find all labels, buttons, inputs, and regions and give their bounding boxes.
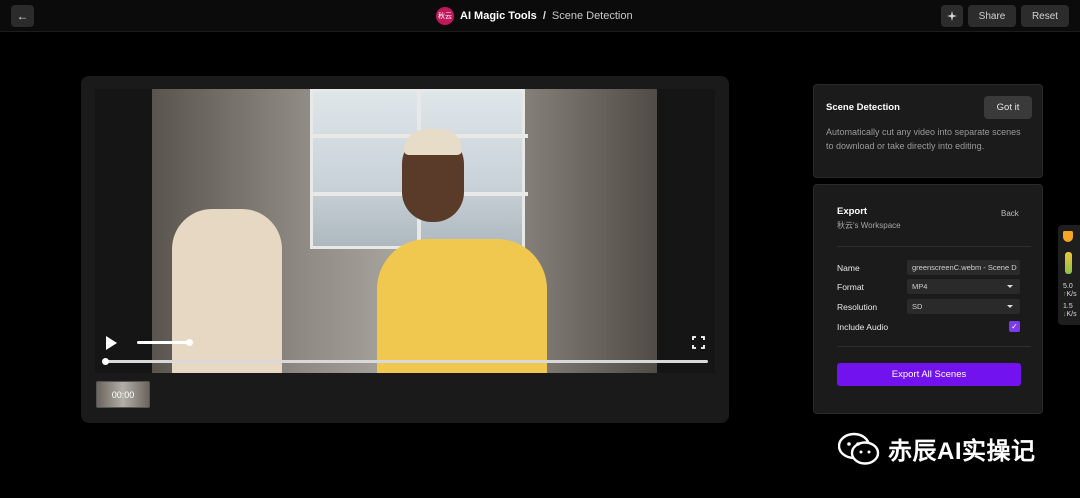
app-title[interactable]: AI Magic Tools bbox=[460, 10, 537, 22]
format-value: MP4 bbox=[912, 282, 928, 291]
back-button[interactable]: ← bbox=[11, 5, 34, 27]
volume-slider[interactable] bbox=[137, 341, 191, 344]
export-panel: Export 秋云's Workspace Back Name greenscr… bbox=[813, 184, 1043, 414]
network-monitor-widget[interactable]: 5.0 ↑K/s 1.5 ↓K/s bbox=[1058, 225, 1080, 325]
info-card-description: Automatically cut any video into separat… bbox=[826, 127, 1021, 151]
volume-slider-handle[interactable] bbox=[186, 339, 193, 346]
share-button[interactable]: Share bbox=[968, 5, 1016, 27]
checkmark-icon: ✓ bbox=[1011, 321, 1018, 331]
thumbnail-time: 00:00 bbox=[111, 389, 135, 400]
divider bbox=[837, 246, 1031, 247]
upload-speed: 5.0 ↑K/s bbox=[1063, 283, 1077, 298]
video-frame[interactable] bbox=[95, 89, 715, 373]
divider bbox=[837, 346, 1031, 347]
chevron-down-icon bbox=[1007, 285, 1013, 288]
chevron-down-icon bbox=[1007, 305, 1013, 308]
scene-person-hair bbox=[404, 129, 462, 155]
meter-icon bbox=[1065, 252, 1072, 274]
page-title: Scene Detection bbox=[551, 10, 633, 22]
export-back-link[interactable]: Back bbox=[1001, 209, 1019, 218]
video-progress-bar[interactable] bbox=[104, 360, 708, 363]
resolution-value: SD bbox=[912, 302, 923, 311]
got-it-button[interactable]: Got it bbox=[984, 96, 1032, 119]
breadcrumb: 秋云 AI Magic Tools / Scene Detection bbox=[436, 7, 633, 25]
arrow-left-icon: ← bbox=[16, 9, 29, 23]
video-progress-handle[interactable] bbox=[102, 358, 109, 365]
magic-button[interactable] bbox=[941, 5, 963, 27]
resolution-select[interactable]: SD bbox=[907, 299, 1020, 314]
video-scene-image bbox=[152, 89, 657, 373]
name-field[interactable]: greenscreenC.webm - Scene D bbox=[907, 260, 1020, 275]
scene-mannequin bbox=[172, 209, 282, 373]
name-value: greenscreenC.webm - Scene D bbox=[912, 263, 1017, 272]
sparkle-icon bbox=[947, 11, 957, 21]
breadcrumb-separator: / bbox=[542, 10, 546, 22]
watermark-text: 赤辰AI实操记 bbox=[888, 438, 1036, 465]
format-label: Format bbox=[837, 282, 864, 292]
name-label: Name bbox=[837, 263, 860, 273]
wechat-icon bbox=[838, 432, 880, 465]
workspace-name: 秋云's Workspace bbox=[837, 221, 901, 230]
format-select[interactable]: MP4 bbox=[907, 279, 1020, 294]
watermark: 赤辰AI实操记 bbox=[838, 431, 1036, 466]
reset-button[interactable]: Reset bbox=[1021, 5, 1069, 27]
shield-icon bbox=[1063, 231, 1073, 242]
scene-person-body bbox=[377, 239, 547, 373]
download-speed: 1.5 ↓K/s bbox=[1063, 303, 1077, 318]
scene-detection-info-card: Scene Detection Got it Automatically cut… bbox=[813, 84, 1043, 178]
resolution-label: Resolution bbox=[837, 302, 878, 312]
export-all-scenes-button[interactable]: Export All Scenes bbox=[837, 363, 1021, 386]
info-card-title: Scene Detection bbox=[826, 102, 900, 113]
play-icon[interactable] bbox=[106, 336, 117, 350]
avatar[interactable]: 秋云 bbox=[436, 7, 454, 25]
fullscreen-icon[interactable] bbox=[692, 336, 705, 349]
export-title: Export bbox=[837, 206, 868, 217]
include-audio-checkbox[interactable]: ✓ bbox=[1009, 321, 1020, 332]
include-audio-label: Include Audio bbox=[837, 322, 889, 332]
scene-thumbnail[interactable]: 00:00 bbox=[96, 381, 150, 408]
top-bar: ← 秋云 AI Magic Tools / Scene Detection Sh… bbox=[0, 0, 1080, 32]
